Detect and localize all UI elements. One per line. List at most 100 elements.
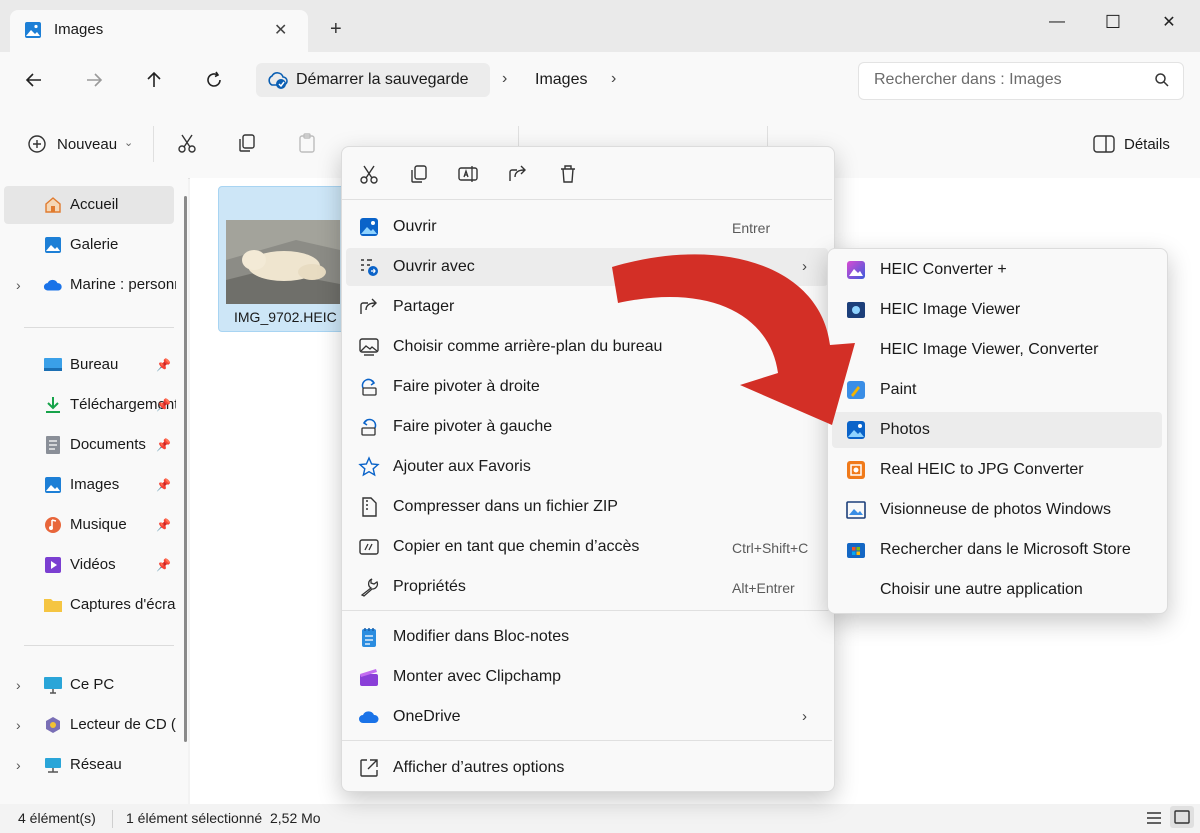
new-tab-button[interactable]: + — [330, 18, 342, 41]
sidebar-item-label[interactable]: Galerie — [70, 236, 176, 253]
details-button[interactable]: Détails — [1124, 136, 1170, 153]
pin-icon[interactable]: 📌 — [156, 478, 171, 492]
network-icon — [43, 755, 63, 775]
chevron-right-icon[interactable]: › — [16, 757, 21, 773]
pin-icon[interactable]: 📌 — [156, 438, 171, 452]
paste-icon[interactable] — [296, 132, 318, 154]
rotate-left-icon — [358, 416, 380, 438]
close-button[interactable]: ✕ — [1146, 10, 1192, 34]
menu-item-label: Partager — [393, 298, 455, 315]
divider — [342, 610, 832, 611]
gallery-icon — [43, 235, 63, 255]
sidebar-item-label[interactable]: Réseau — [70, 756, 176, 773]
submenu-item-label: HEIC Image Viewer — [880, 301, 1021, 318]
more-options-icon — [358, 757, 380, 779]
plus-circle-icon[interactable] — [26, 132, 48, 156]
item-count: 4 élément(s) — [18, 810, 96, 826]
pin-icon[interactable]: 📌 — [156, 358, 171, 372]
delete-icon[interactable] — [557, 163, 579, 185]
minimize-button[interactable]: — — [1034, 10, 1080, 34]
sidebar-item-label: Accueil — [70, 196, 119, 213]
new-button[interactable]: Nouveau — [57, 136, 117, 153]
forward-icon[interactable] — [82, 68, 106, 92]
menu-item-label: Ouvrir — [393, 218, 437, 235]
menu-item-label: Afficher d’autres options — [393, 759, 565, 776]
copy-icon[interactable] — [236, 132, 258, 154]
sidebar-item-label[interactable]: Lecteur de CD (D:) — [70, 716, 176, 733]
chevron-right-icon[interactable]: › — [16, 277, 21, 293]
sidebar-item-label[interactable]: Captures d'écran — [70, 596, 176, 613]
breadcrumb-root[interactable]: Démarrer la sauvegarde — [296, 71, 469, 89]
pin-icon[interactable]: 📌 — [156, 518, 171, 532]
star-icon — [358, 456, 380, 478]
wallpaper-icon — [358, 336, 380, 358]
share-icon[interactable] — [507, 163, 529, 185]
real-heic-icon — [846, 460, 866, 480]
videos-icon — [43, 555, 63, 575]
breadcrumb-current[interactable]: Images — [535, 71, 587, 89]
copy-path-icon — [358, 536, 380, 558]
file-name: IMG_9702.HEIC — [234, 309, 337, 325]
divider — [112, 810, 113, 828]
pin-icon[interactable]: 📌 — [156, 398, 171, 412]
menu-item-label: Monter avec Clipchamp — [393, 668, 562, 685]
divider — [342, 199, 832, 200]
clipchamp-icon — [358, 666, 380, 688]
chevron-right-icon[interactable]: › — [16, 717, 21, 733]
tab-close-icon[interactable]: ✕ — [274, 20, 287, 40]
onedrive-icon — [358, 706, 380, 728]
up-icon[interactable] — [142, 68, 166, 92]
copy-icon[interactable] — [408, 163, 430, 185]
pictures-icon — [24, 21, 42, 39]
maximize-button[interactable]: ☐ — [1090, 10, 1136, 34]
share-icon — [358, 296, 380, 318]
submenu-item-label: Rechercher dans le Microsoft Store — [880, 541, 1131, 558]
image-thumbnail — [226, 220, 340, 304]
pc-icon — [43, 675, 63, 695]
menu-item-label: Compresser dans un fichier ZIP — [393, 498, 618, 515]
sidebar-item-label[interactable]: Ce PC — [70, 676, 176, 693]
documents-icon — [43, 435, 63, 455]
wrench-icon — [358, 576, 380, 598]
rotate-right-icon — [358, 376, 380, 398]
menu-item-label: Propriétés — [393, 578, 466, 595]
selection-info: 1 élément sélectionné 2,52 Mo — [126, 810, 321, 826]
tiles-view-icon[interactable] — [1170, 806, 1194, 828]
divider — [24, 327, 174, 328]
open-with-icon — [358, 256, 380, 278]
onedrive-icon — [43, 275, 63, 295]
cut-icon[interactable] — [358, 163, 380, 185]
menu-item-label: Faire pivoter à droite — [393, 378, 540, 395]
cut-icon[interactable] — [176, 132, 198, 154]
search-icon[interactable] — [1154, 72, 1170, 88]
chevron-down-icon: ⌄ — [124, 137, 134, 149]
folder-icon — [43, 595, 63, 615]
back-icon[interactable] — [22, 68, 46, 92]
music-icon — [43, 515, 63, 535]
menu-item-label: Copier en tant que chemin d’accès — [393, 538, 640, 555]
menu-item-shortcut: Alt+Entrer — [732, 580, 795, 596]
divider — [153, 126, 154, 162]
list-view-icon[interactable] — [1144, 808, 1164, 828]
refresh-icon[interactable] — [202, 68, 226, 92]
menu-item-shortcut: Ctrl+Shift+C — [732, 540, 809, 556]
chevron-right-icon[interactable]: › — [16, 677, 21, 693]
submenu-item-label: HEIC Image Viewer, Converter — [880, 341, 1099, 358]
sidebar-scrollbar[interactable] — [184, 196, 187, 742]
submenu-item-label: Visionneuse de photos Windows — [880, 501, 1111, 518]
photo-viewer-icon — [846, 500, 866, 520]
photos-icon — [358, 216, 380, 238]
search-placeholder: Rechercher dans : Images — [874, 71, 1062, 88]
details-pane-icon[interactable] — [1093, 134, 1115, 154]
breadcrumb-separator: › — [611, 70, 617, 87]
desktop-icon — [43, 355, 63, 375]
home-icon — [43, 195, 63, 215]
submenu-item-label: Choisir une autre application — [880, 581, 1083, 598]
divider — [342, 740, 832, 741]
annotation-arrow-icon — [612, 254, 855, 425]
sidebar-item-label[interactable]: Marine : personnel — [70, 276, 176, 293]
rename-icon[interactable] — [457, 163, 479, 185]
menu-item-label: Ouvrir avec — [393, 258, 475, 275]
pin-icon[interactable]: 📌 — [156, 558, 171, 572]
download-icon — [43, 395, 63, 415]
